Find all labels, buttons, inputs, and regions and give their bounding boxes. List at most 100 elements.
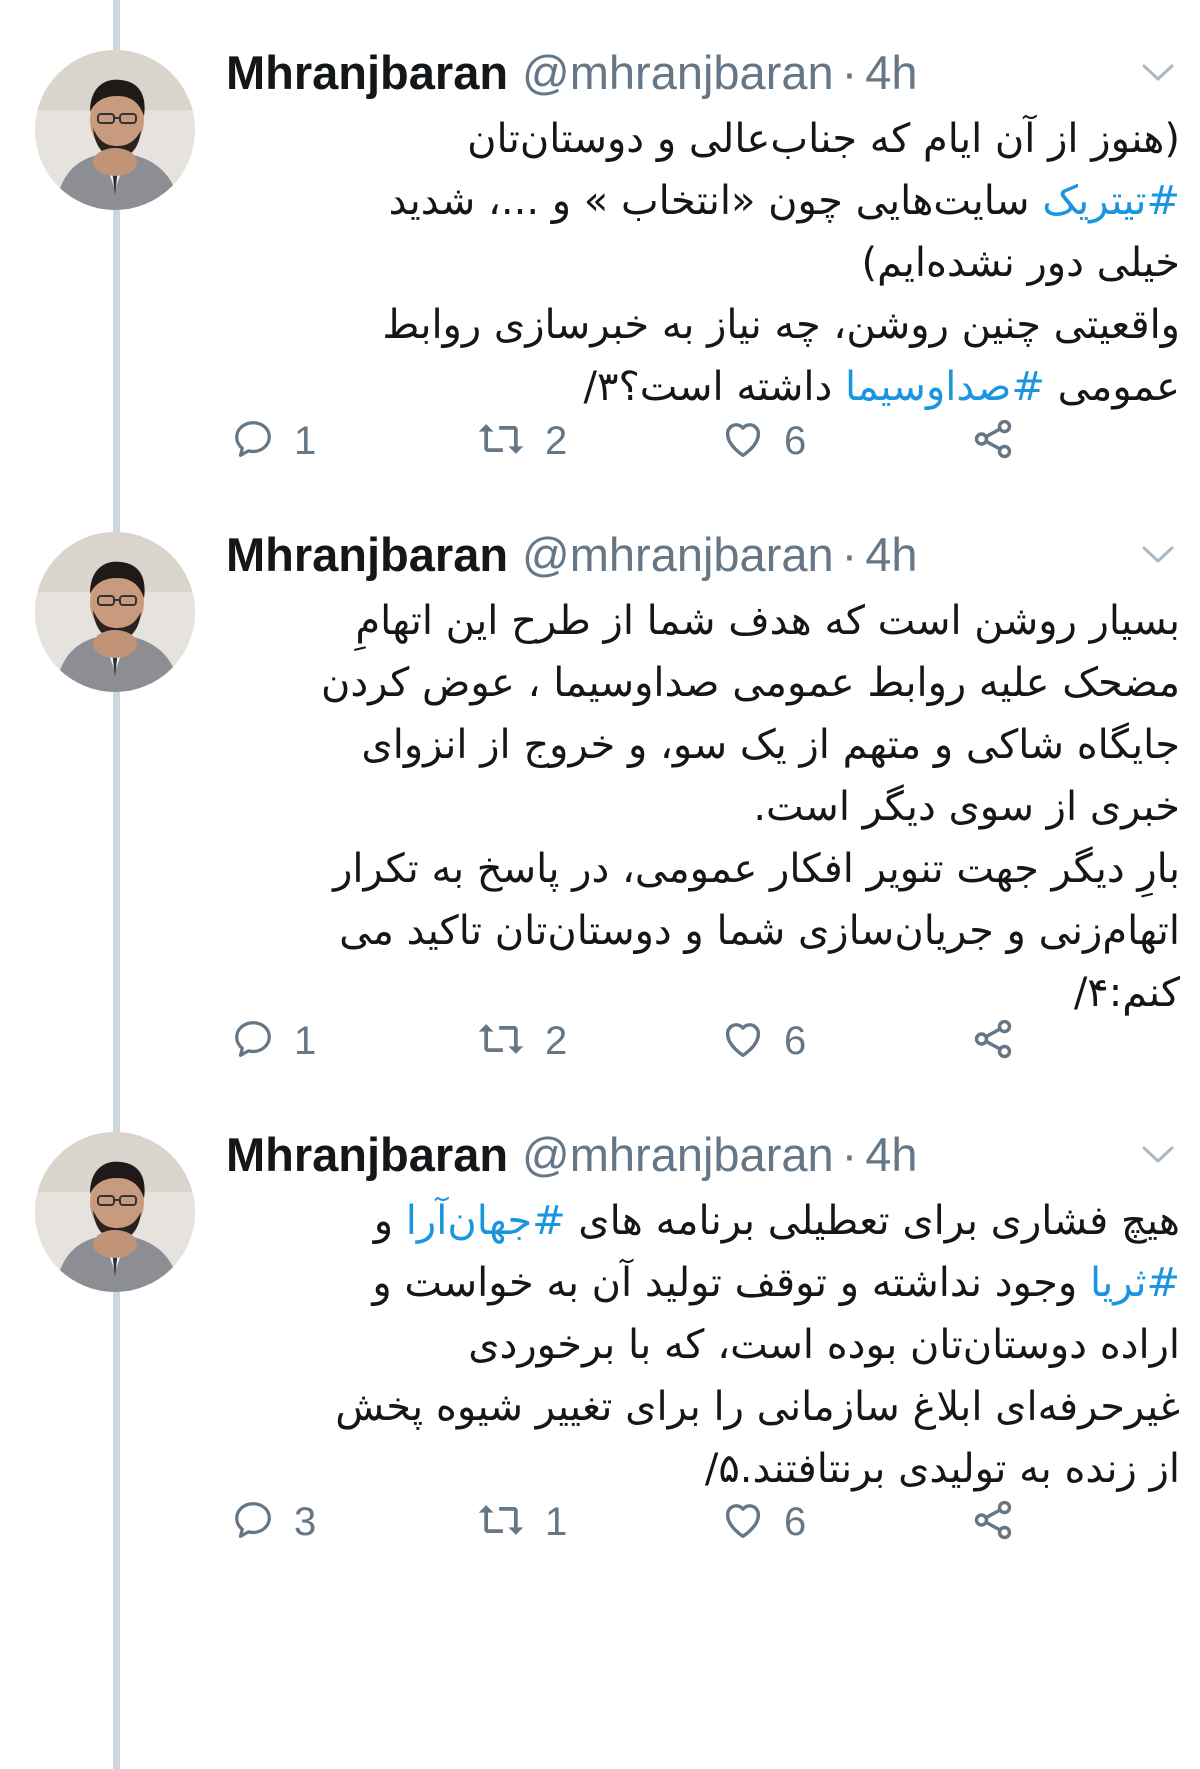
retweet-count: 2 [545, 418, 568, 463]
tweet-text-line: از زنده به تولیدی برنتافتند.۵/ [226, 1438, 1180, 1500]
tweet[interactable]: Mhranjbaran @mhranjbaran · 4h هیچ فشاری برای… [0, 1082, 1200, 1769]
like-count: 6 [784, 1018, 807, 1063]
text-segment: غیرحرفه‌ای ابلاغ سازمانی را برای تغییر ش… [335, 1384, 1180, 1430]
tweet-text-line: بارِ دیگر جهت تنویر افکار عمومی، در پاسخ… [226, 838, 1180, 900]
tweet-text: هیچ فشاری برای تعطیلی برنامه های #جهان‌آ… [226, 1190, 1180, 1500]
tweet-text-line: هیچ فشاری برای تعطیلی برنامه های #جهان‌آ… [226, 1190, 1180, 1252]
tweet-actions: 1 2 6 [230, 413, 1012, 469]
like-count: 6 [784, 418, 807, 463]
text-segment: خیلی دور نشده‌ایم) [861, 240, 1181, 286]
text-segment: بارِ دیگر جهت تنویر افکار عمومی، در پاسخ… [333, 846, 1180, 892]
retweet-button[interactable]: 2 [475, 1013, 567, 1069]
text-segment: کنم:۴/ [1073, 970, 1180, 1016]
tweet[interactable]: Mhranjbaran @mhranjbaran · 4h بسیار روشن است… [0, 482, 1200, 1082]
timestamp[interactable]: 4h [865, 1127, 917, 1182]
reply-count: 3 [294, 1499, 317, 1544]
hashtag-link[interactable]: #تیتریک [1042, 178, 1180, 224]
reply-button[interactable]: 3 [230, 1494, 316, 1550]
author-name[interactable]: Mhranjbaran [226, 527, 508, 582]
tweet-text-line: غیرحرفه‌ای ابلاغ سازمانی را برای تغییر ش… [226, 1376, 1180, 1438]
tweet-text-line: #ثریا وجود نداشته و توقف تولید آن به خوا… [226, 1252, 1180, 1314]
heart-icon [720, 416, 766, 466]
tweet-text-line: واقعیتی چنین روشن، چه نیاز به خبرسازی رو… [226, 294, 1180, 356]
reply-button[interactable]: 1 [230, 1013, 316, 1069]
tweet-header: Mhranjbaran @mhranjbaran · 4h [226, 524, 918, 584]
tweet-text-line: جایگاه شاکی و متهم از یک سو، و خروج از ا… [226, 714, 1180, 776]
separator-dot: · [841, 1127, 858, 1181]
tweet[interactable]: Mhranjbaran @mhranjbaran · 4h (هنوز از آن ای… [0, 0, 1200, 482]
avatar[interactable] [35, 532, 195, 692]
text-segment: سایت‌هایی چون «انتخاب » و ...، شدید [388, 178, 1043, 224]
chevron-down-icon[interactable] [1136, 1140, 1180, 1170]
share-icon [970, 416, 1016, 466]
reply-button[interactable]: 1 [230, 413, 316, 469]
text-segment: جایگاه شاکی و متهم از یک سو، و خروج از ا… [361, 722, 1180, 768]
tweet-actions: 3 1 6 [230, 1494, 1012, 1550]
retweet-count: 1 [545, 1499, 568, 1544]
retweet-icon [475, 1016, 527, 1066]
chevron-down-icon[interactable] [1136, 58, 1180, 88]
reply-icon [230, 1016, 276, 1066]
share-icon [970, 1497, 1016, 1547]
tweet-text-line: بسیار روشن است که هدف شما از طرح این اته… [226, 590, 1180, 652]
heart-icon [720, 1497, 766, 1547]
heart-icon [720, 1016, 766, 1066]
avatar[interactable] [35, 50, 195, 210]
share-button[interactable] [970, 1494, 1016, 1550]
tweet-header: Mhranjbaran @mhranjbaran · 4h [226, 1124, 918, 1184]
text-segment: (هنوز از آن ایام که جناب‌عالی و دوستان‌ت… [467, 116, 1180, 162]
timestamp[interactable]: 4h [865, 527, 917, 582]
tweet-text-line: (هنوز از آن ایام که جناب‌عالی و دوستان‌ت… [226, 108, 1180, 170]
text-segment: اتهام‌زنی و جریان‌سازی شما و دوستان‌تان … [339, 908, 1180, 954]
hashtag-link[interactable]: #ثریا [1090, 1260, 1180, 1306]
separator-dot: · [841, 45, 858, 99]
author-name[interactable]: Mhranjbaran [226, 45, 508, 100]
timestamp[interactable]: 4h [865, 45, 917, 100]
hashtag-link[interactable]: #جهان‌آرا [406, 1198, 566, 1244]
share-icon [970, 1016, 1016, 1066]
like-count: 6 [784, 1499, 807, 1544]
retweet-count: 2 [545, 1018, 568, 1063]
tweet-text: بسیار روشن است که هدف شما از طرح این اته… [226, 590, 1180, 1024]
tweet-text-line: اتهام‌زنی و جریان‌سازی شما و دوستان‌تان … [226, 900, 1180, 962]
share-button[interactable] [970, 413, 1016, 469]
like-button[interactable]: 6 [720, 1494, 806, 1550]
author-handle[interactable]: @mhranjbaran [522, 1127, 834, 1182]
text-segment: عمومی [1044, 364, 1180, 410]
text-segment: و [373, 1198, 406, 1244]
separator-dot: · [841, 527, 858, 581]
text-segment: وجود نداشته و توقف تولید آن به خواست و [372, 1260, 1090, 1306]
like-button[interactable]: 6 [720, 413, 806, 469]
reply-icon [230, 416, 276, 466]
text-segment: بسیار روشن است که هدف شما از طرح این اته… [355, 598, 1180, 644]
tweet-text-line: خیلی دور نشده‌ایم) [226, 232, 1181, 294]
text-segment: واقعیتی چنین روشن، چه نیاز به خبرسازی رو… [382, 302, 1180, 348]
hashtag-link[interactable]: #صداوسیما [845, 364, 1045, 410]
author-handle[interactable]: @mhranjbaran [522, 45, 834, 100]
tweet-text-line: خبری از سوی دیگر است. [226, 776, 1180, 838]
text-segment: داشته است؟۳/ [583, 364, 846, 410]
tweet-text-line: عمومی #صداوسیما داشته است؟۳/ [226, 356, 1180, 418]
retweet-button[interactable]: 2 [475, 413, 567, 469]
avatar[interactable] [35, 1132, 195, 1292]
text-segment: خبری از سوی دیگر است. [753, 784, 1180, 830]
tweet-text-line: #تیتریک سایت‌هایی چون «انتخاب » و ...، ش… [226, 170, 1180, 232]
tweet-header: Mhranjbaran @mhranjbaran · 4h [226, 42, 918, 102]
chevron-down-icon[interactable] [1136, 540, 1180, 570]
author-name[interactable]: Mhranjbaran [226, 1127, 508, 1182]
tweet-text-line: مضحک علیه روابط عمومی صداوسیما ، عوض کرد… [226, 652, 1180, 714]
text-segment: هیچ فشاری برای تعطیلی برنامه های [565, 1198, 1180, 1244]
tweet-text: (هنوز از آن ایام که جناب‌عالی و دوستان‌ت… [226, 108, 1180, 418]
reply-count: 1 [294, 418, 317, 463]
retweet-button[interactable]: 1 [475, 1494, 567, 1550]
retweet-icon [475, 416, 527, 466]
text-segment: از زنده به تولیدی برنتافتند.۵/ [704, 1446, 1180, 1492]
like-button[interactable]: 6 [720, 1013, 806, 1069]
reply-count: 1 [294, 1018, 317, 1063]
text-segment: اراده دوستان‌تان بوده است، که با برخوردی [468, 1322, 1180, 1368]
tweet-text-line: اراده دوستان‌تان بوده است، که با برخوردی [226, 1314, 1180, 1376]
tweet-actions: 1 2 6 [230, 1013, 1012, 1069]
share-button[interactable] [970, 1013, 1016, 1069]
text-segment: مضحک علیه روابط عمومی صداوسیما ، عوض کرد… [320, 660, 1180, 706]
author-handle[interactable]: @mhranjbaran [522, 527, 834, 582]
